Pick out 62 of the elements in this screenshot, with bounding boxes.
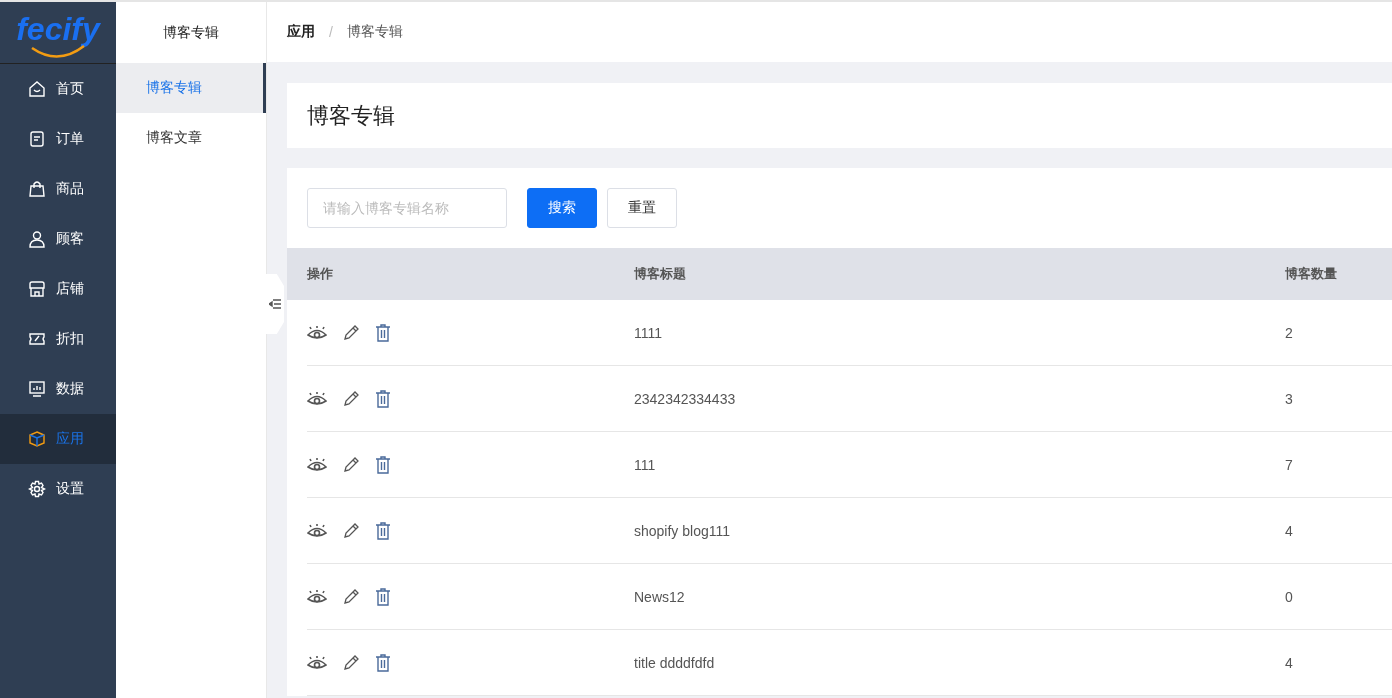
table-cell-text: 4: [1285, 654, 1294, 671]
submenu-item[interactable]: 博客文章: [116, 113, 266, 163]
delete-icon[interactable]: [375, 521, 391, 540]
table-cell-text: 7: [1285, 456, 1294, 473]
nav-item[interactable]: 折扣: [0, 314, 116, 364]
column-header: 博客标题: [634, 265, 687, 283]
view-icon[interactable]: [307, 523, 327, 538]
nav-item[interactable]: 顾客: [0, 214, 116, 264]
delete-icon[interactable]: [375, 389, 391, 408]
column-header: 操作: [307, 265, 334, 283]
edit-icon[interactable]: [343, 456, 359, 473]
search-button[interactable]: 搜索: [527, 188, 597, 228]
view-icon[interactable]: [307, 589, 327, 604]
box-icon: [28, 430, 46, 448]
table-cell-text: title ddddfdfd: [634, 654, 716, 671]
delete-icon[interactable]: [375, 455, 391, 474]
order-icon: [28, 130, 46, 148]
table-cell-text: 0: [1285, 588, 1294, 605]
user-icon: [28, 230, 46, 248]
table-cell-text: 1111: [634, 324, 664, 341]
edit-icon[interactable]: [343, 390, 359, 407]
monitor-icon: [28, 380, 46, 398]
delete-icon[interactable]: [375, 653, 391, 672]
edit-icon[interactable]: [343, 654, 359, 671]
breadcrumb-separator: /: [329, 24, 333, 40]
submenu-title: 博客专辑: [162, 22, 220, 42]
edit-icon[interactable]: [343, 324, 359, 341]
reset-button[interactable]: 重置: [607, 188, 677, 228]
edit-icon[interactable]: [343, 522, 359, 539]
collapse-button[interactable]: [266, 274, 284, 334]
table-cell-text: shopify blog111: [634, 522, 731, 539]
nav-item[interactable]: 设置: [0, 464, 116, 514]
table-cell-text: 111: [634, 456, 657, 473]
home-icon: [28, 80, 46, 98]
table-cell-text: 2: [1285, 324, 1294, 341]
view-icon[interactable]: [307, 391, 327, 406]
nav-item[interactable]: 店铺: [0, 264, 116, 314]
collapse-icon: [269, 299, 281, 309]
table-cell-text: 3: [1285, 390, 1294, 407]
nav-item[interactable]: 商品: [0, 164, 116, 214]
search-field[interactable]: 请输入博客专辑名称: [307, 188, 507, 228]
store-icon: [28, 280, 46, 298]
view-icon[interactable]: [307, 457, 327, 472]
view-icon[interactable]: [307, 325, 327, 340]
table-cell-text: 4: [1285, 522, 1294, 539]
gear-icon: [28, 480, 46, 498]
page-title: 博客专辑: [307, 101, 395, 130]
nav-item[interactable]: 首页: [0, 64, 116, 114]
delete-icon[interactable]: [375, 587, 391, 606]
table-cell-text: 2342342334433: [634, 390, 737, 407]
breadcrumb-item: 博客专辑: [346, 23, 403, 41]
submenu-item[interactable]: 博客专辑: [116, 63, 266, 113]
ticket-icon: [28, 330, 46, 348]
breadcrumb-item[interactable]: 应用: [287, 23, 315, 41]
nav-item[interactable]: 订单: [0, 114, 116, 164]
bag-icon: [28, 180, 46, 198]
table-cell-text: News12: [634, 588, 686, 605]
nav-item[interactable]: 数据: [0, 364, 116, 414]
view-icon[interactable]: [307, 655, 327, 670]
delete-icon[interactable]: [375, 323, 391, 342]
edit-icon[interactable]: [343, 588, 359, 605]
column-header: 博客数量: [1285, 265, 1338, 283]
